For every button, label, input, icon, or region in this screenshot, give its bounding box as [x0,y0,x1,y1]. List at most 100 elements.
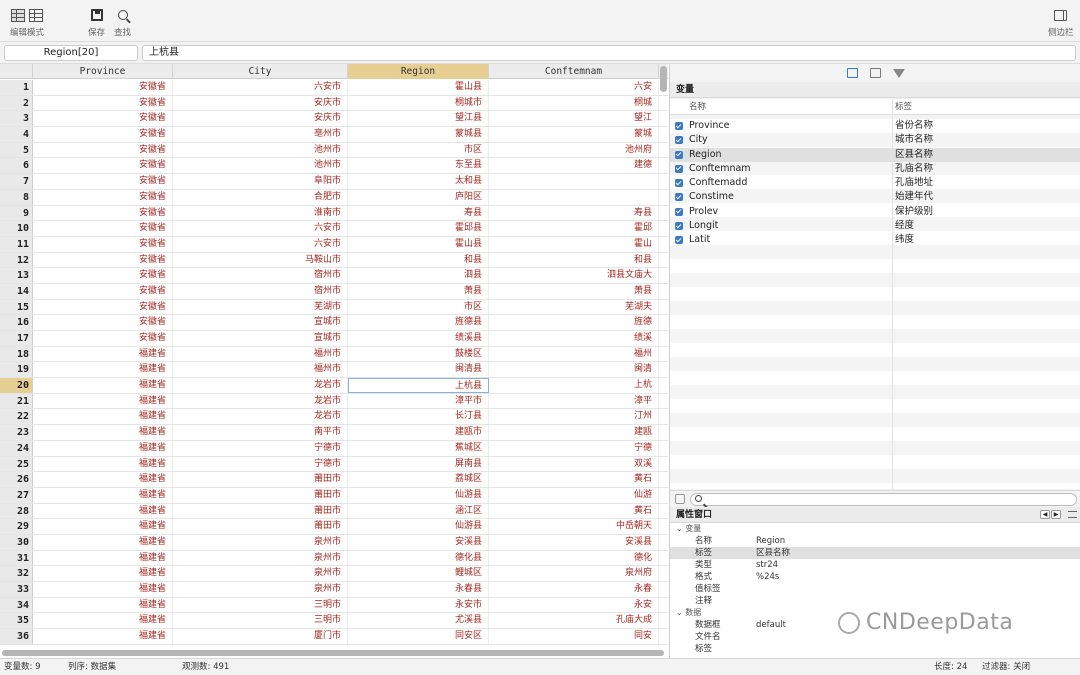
label-column-header[interactable]: 标签 [895,99,912,115]
province-cell[interactable]: 福建省 [33,519,173,534]
checkbox-icon[interactable] [675,179,683,188]
checkbox-icon[interactable] [675,150,683,159]
table-row[interactable]: 15 安徽省 芜湖市 市区 芜湖夫 [0,299,668,316]
checkbox-icon[interactable] [675,222,683,231]
province-cell[interactable]: 福建省 [33,425,173,440]
conftemnam-cell[interactable]: 建瓯 [489,425,659,440]
table-row[interactable]: 26 福建省 莆田市 荔城区 黄石 [0,472,668,488]
conftemnam-cell[interactable]: 桐城 [489,95,659,111]
province-cell[interactable]: 福建省 [33,409,173,425]
property-value[interactable]: 区县名称 [756,547,790,559]
region-cell[interactable]: 仙游县 [348,519,489,534]
row-number[interactable]: 30 [0,534,33,550]
row-number[interactable]: 34 [0,597,33,613]
conftemnam-cell[interactable]: 霍邱 [489,221,659,236]
region-cell[interactable]: 建瓯市 [348,425,489,440]
conftemnam-cell[interactable]: 芜湖夫 [489,299,659,315]
conftemnam-cell[interactable]: 仙游 [489,487,659,503]
row-number[interactable]: 15 [0,299,33,315]
province-cell[interactable]: 安徽省 [33,299,173,315]
row-number[interactable]: 12 [0,252,33,268]
city-cell[interactable]: 泉州市 [173,550,348,566]
variable-row[interactable]: Prolev 保护级别 [670,205,1080,219]
region-cell[interactable]: 霍邱县 [348,221,489,236]
city-cell[interactable]: 福州市 [173,346,348,362]
region-cell[interactable]: 市区 [348,299,489,315]
conftemnam-cell[interactable]: 安溪县 [489,534,659,550]
checkbox-icon[interactable] [675,236,683,245]
variable-row[interactable]: Region 区县名称 [670,147,1080,162]
region-cell[interactable]: 桐城市 [348,95,489,111]
province-cell[interactable]: 福建省 [33,487,173,503]
city-cell[interactable]: 合肥市 [173,189,348,205]
conftemnam-cell[interactable]: 永春 [489,582,659,597]
city-cell[interactable]: 宁德市 [173,440,348,456]
city-cell[interactable]: 安庆市 [173,95,348,111]
row-number[interactable]: 4 [0,127,33,142]
table-row[interactable]: 28 福建省 莆田市 涵江区 黄石 [0,503,668,520]
column-header[interactable]: Province [33,64,173,79]
row-number[interactable]: 22 [0,409,33,425]
region-cell[interactable]: 蒙城县 [348,127,489,142]
region-cell[interactable]: 旌德县 [348,315,489,330]
filter-toggle-icon[interactable] [675,494,685,504]
city-cell[interactable]: 池州市 [173,158,348,174]
expand-chevron-icon[interactable]: ⌄ [676,608,685,617]
city-cell[interactable]: 福州市 [173,362,348,378]
city-cell[interactable]: 泉州市 [173,566,348,581]
row-number[interactable]: 6 [0,158,33,174]
property-row[interactable]: 注释 [670,595,1080,607]
conftemnam-cell[interactable]: 寿县 [489,205,659,221]
conftemnam-cell[interactable]: 绩溪 [489,331,659,346]
table-row[interactable]: 29 福建省 莆田市 仙游县 中岳朝天 [0,519,668,535]
edit-grid-icon[interactable] [29,8,43,22]
row-number[interactable]: 8 [0,189,33,205]
region-cell[interactable]: 长汀县 [348,409,489,425]
region-cell[interactable]: 鲤城区 [348,566,489,581]
city-cell[interactable]: 马鞍山市 [173,252,348,268]
city-cell[interactable]: 安庆市 [173,111,348,127]
province-cell[interactable]: 福建省 [33,582,173,597]
region-cell[interactable]: 太和县 [348,174,489,189]
province-cell[interactable]: 福建省 [33,534,173,550]
property-value[interactable]: Region [756,535,785,547]
city-cell[interactable]: 宿州市 [173,268,348,283]
row-number[interactable]: 26 [0,472,33,487]
save-button[interactable]: 保存 [88,6,105,38]
property-value[interactable]: %24s [756,571,779,583]
province-cell[interactable]: 福建省 [33,550,173,566]
conftemnam-cell[interactable]: 望江 [489,111,659,127]
city-cell[interactable]: 龙岩市 [173,393,348,409]
table-row[interactable]: 35 福建省 三明市 尤溪县 孔庙大成 [0,613,668,630]
city-cell[interactable]: 宿州市 [173,283,348,299]
find-button[interactable]: 查找 [114,6,131,38]
expand-chevron-icon[interactable]: ⌄ [676,524,685,533]
snapshot-tab-icon[interactable] [869,68,881,78]
province-cell[interactable]: 福建省 [33,393,173,409]
province-cell[interactable]: 安徽省 [33,127,173,142]
row-number[interactable]: 13 [0,268,33,283]
conftemnam-cell[interactable]: 萧县 [489,283,659,299]
region-cell[interactable]: 德化县 [348,550,489,566]
property-value[interactable]: str24 [756,559,778,571]
table-row[interactable]: 3 安徽省 安庆市 望江县 望江 [0,111,668,128]
city-cell[interactable]: 六安市 [173,236,348,252]
row-number[interactable]: 1 [0,80,33,95]
table-row[interactable]: 9 安徽省 淮南市 寿县 寿县 [0,205,668,222]
variable-row[interactable]: Conftemadd 孔庙地址 [670,176,1080,190]
variables-tab-icon[interactable] [846,68,858,78]
table-row[interactable]: 6 安徽省 池州市 东至县 建德 [0,158,668,175]
region-cell[interactable]: 东至县 [348,158,489,174]
city-cell[interactable]: 南平市 [173,425,348,440]
province-cell[interactable]: 福建省 [33,472,173,487]
property-row[interactable]: 格式 %24s [670,571,1080,583]
conftemnam-cell[interactable]: 福州 [489,346,659,362]
table-row[interactable]: 36 福建省 厦门市 同安区 同安 [0,629,668,645]
table-row[interactable]: 1 安徽省 六安市 霍山县 六安 [0,80,668,96]
province-cell[interactable]: 安徽省 [33,205,173,221]
row-number[interactable]: 20 [0,378,33,393]
city-cell[interactable]: 宁德市 [173,456,348,472]
row-number[interactable]: 31 [0,550,33,566]
conftemnam-cell[interactable]: 同安 [489,629,659,644]
city-cell[interactable]: 三明市 [173,597,348,613]
